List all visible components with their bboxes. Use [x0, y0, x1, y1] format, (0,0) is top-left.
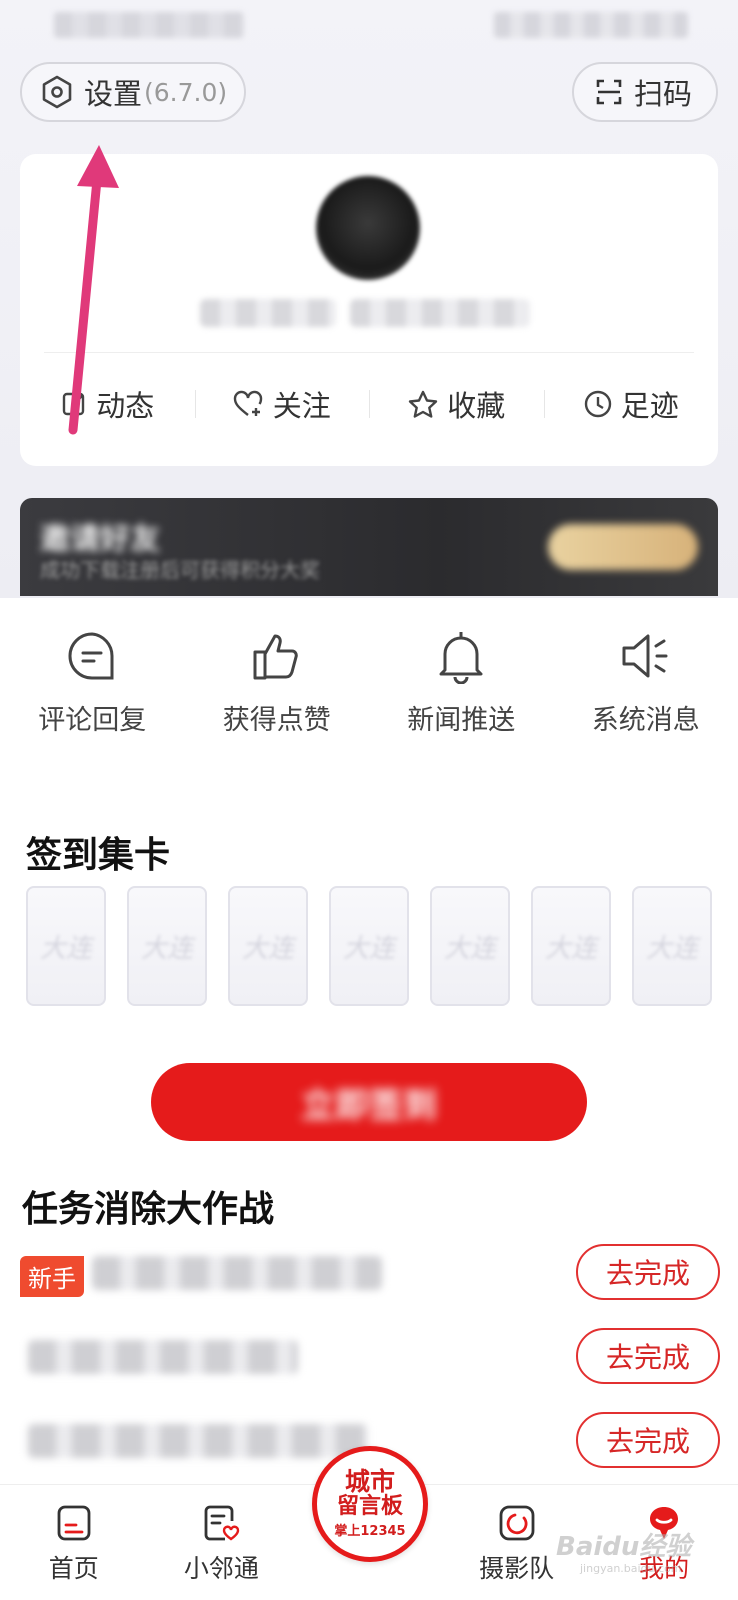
scan-button[interactable]: 扫码 — [572, 62, 718, 122]
user-meta-redacted — [350, 299, 530, 327]
checkin-card[interactable]: 大连 — [632, 886, 712, 1006]
card-ghost-text: 大连 — [241, 933, 294, 964]
center-badge-line1: 城市 — [344, 1466, 395, 1496]
star-icon — [407, 389, 439, 419]
scan-icon — [594, 77, 624, 107]
quick-link-follow[interactable]: 关注 — [194, 376, 370, 432]
invite-title: 邀请好友 — [40, 522, 160, 557]
task-tag-newbie: 新手 — [20, 1256, 84, 1297]
neighbor-icon — [201, 1503, 241, 1543]
tab-label: 小邻通 — [183, 1554, 259, 1583]
settings-hexagon-icon — [40, 75, 74, 109]
checkin-title: 签到集卡 — [26, 835, 171, 876]
speaker-icon — [618, 628, 674, 684]
center-badge-line3: 掌上12345 — [334, 1524, 406, 1540]
scan-label: 扫码 — [634, 77, 693, 111]
status-bar-right — [494, 12, 688, 38]
watermark: Baidu经验 — [556, 1532, 692, 1562]
home-icon — [54, 1503, 94, 1543]
message-news-push[interactable]: 新闻推送 — [369, 628, 554, 758]
avatar[interactable] — [316, 176, 420, 280]
checkin-card[interactable]: 大连 — [430, 886, 510, 1006]
profile-quick-links: 动态 关注 收藏 足迹 — [20, 376, 718, 432]
quick-link-label: 收藏 — [447, 389, 506, 423]
task-go-button[interactable]: 去完成 — [576, 1244, 720, 1300]
heart-plus-icon — [233, 390, 265, 418]
clock-icon — [583, 389, 613, 419]
invite-banner[interactable]: 邀请好友 成功下载注册后可获得积分大奖 — [20, 498, 718, 596]
message-comment-replies[interactable]: 评论回复 — [0, 628, 185, 758]
task-description-redacted — [28, 1424, 368, 1458]
card-ghost-text: 大连 — [645, 933, 698, 964]
checkin-button-label: 立即签到 — [301, 1085, 437, 1126]
card-ghost-text: 大连 — [342, 933, 395, 964]
quick-link-favorites[interactable]: 收藏 — [369, 376, 544, 432]
card-divider — [44, 352, 694, 353]
tab-label: 首页 — [48, 1554, 99, 1583]
tab-home[interactable]: 首页 — [0, 1485, 148, 1600]
settings-label: 设置 — [84, 77, 143, 111]
message-label: 系统消息 — [591, 705, 700, 736]
task-row: 新手 去完成 — [0, 1240, 738, 1308]
card-ghost-text: 大连 — [39, 933, 92, 964]
center-badge-line2: 留言板 — [336, 1493, 403, 1520]
tasks-title: 任务消除大作战 — [22, 1189, 275, 1230]
checkin-card[interactable]: 大连 — [329, 886, 409, 1006]
task-row: 去完成 — [0, 1324, 738, 1392]
checkin-button[interactable]: 立即签到 — [151, 1063, 587, 1141]
checkin-cards: 大连 大连 大连 大连 大连 大连 大连 — [26, 886, 712, 1008]
settings-button[interactable]: 设置 (6.7.0) — [20, 62, 246, 122]
tab-neighbor[interactable]: 小邻通 — [148, 1485, 296, 1600]
message-label: 新闻推送 — [407, 705, 516, 736]
checkin-card[interactable]: 大连 — [531, 886, 611, 1006]
message-likes[interactable]: 获得点赞 — [185, 628, 370, 758]
checkin-card[interactable]: 大连 — [26, 886, 106, 1006]
comment-icon — [64, 628, 120, 684]
tab-label: 摄影队 — [479, 1554, 555, 1583]
task-go-button[interactable]: 去完成 — [576, 1412, 720, 1468]
card-ghost-text: 大连 — [544, 933, 597, 964]
quick-link-dynamic[interactable]: 动态 — [20, 376, 195, 432]
bell-icon — [433, 628, 489, 684]
invite-button[interactable] — [548, 524, 698, 570]
task-go-button[interactable]: 去完成 — [576, 1328, 720, 1384]
edit-icon — [60, 390, 88, 418]
card-ghost-text: 大连 — [140, 933, 193, 964]
task-description-redacted — [28, 1340, 298, 1374]
message-label: 评论回复 — [38, 705, 147, 736]
username-redacted — [200, 299, 336, 327]
task-description-redacted — [92, 1256, 382, 1290]
checkin-card[interactable]: 大连 — [127, 886, 207, 1006]
status-bar-left — [54, 12, 244, 38]
invite-subtitle: 成功下载注册后可获得积分大奖 — [40, 558, 320, 582]
quick-link-label: 动态 — [96, 389, 155, 423]
quick-link-history[interactable]: 足迹 — [543, 376, 719, 432]
card-ghost-text: 大连 — [443, 933, 496, 964]
checkin-card[interactable]: 大连 — [228, 886, 308, 1006]
watermark-url: jingyan.baidu.com — [580, 1562, 682, 1575]
quick-link-label: 足迹 — [620, 389, 679, 423]
message-system[interactable]: 系统消息 — [554, 628, 738, 758]
quick-link-label: 关注 — [272, 389, 331, 423]
camera-icon — [497, 1503, 537, 1543]
app-version: (6.7.0) — [144, 77, 228, 107]
profile-card: 动态 关注 收藏 足迹 — [20, 154, 718, 466]
city-message-board-button[interactable]: 城市 留言板 掌上12345 — [312, 1446, 428, 1562]
thumbs-up-icon — [249, 628, 305, 684]
message-shortcuts: 评论回复 获得点赞 新闻推送 系统消息 — [0, 628, 738, 758]
message-label: 获得点赞 — [222, 705, 331, 736]
